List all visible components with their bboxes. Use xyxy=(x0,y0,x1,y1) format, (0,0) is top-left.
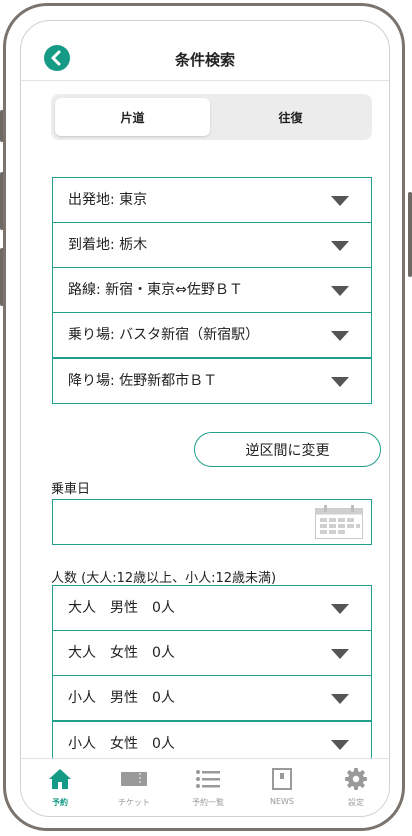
boarding-stop-select[interactable]: 乗り場: バスタ新宿（新宿駅） xyxy=(52,312,372,358)
tab-ticket[interactable]: チケット xyxy=(97,759,171,816)
tab-label: NEWS xyxy=(269,797,295,806)
bottom-tab-bar: 予約 チケット 予約一覧 NEWS 設定 xyxy=(21,758,389,816)
dropdown-arrow-icon xyxy=(331,694,349,704)
passenger-adult-male-select[interactable]: 大人 男性 0人 xyxy=(52,585,372,631)
tab-reservation[interactable]: 予約 xyxy=(23,759,97,816)
gear-icon xyxy=(345,768,367,790)
passenger-adult-female-select[interactable]: 大人 女性 0人 xyxy=(52,630,372,676)
page-title: 条件検索 xyxy=(174,51,235,69)
date-label: 乗車日 xyxy=(51,482,91,497)
header: 条件検索 xyxy=(21,21,389,81)
alighting-stop-select[interactable]: 降り場: 佐野新都市ＢＴ xyxy=(52,358,372,404)
date-input[interactable] xyxy=(52,499,372,545)
departure-select[interactable]: 出発地: 東京 xyxy=(52,177,372,223)
round-trip-tab[interactable]: 往復 xyxy=(213,98,368,136)
dropdown-arrow-icon xyxy=(331,604,349,614)
tab-settings[interactable]: 設定 xyxy=(319,759,389,816)
passenger-row-label: 大人 女性 0人 xyxy=(68,645,175,661)
home-icon xyxy=(49,769,71,789)
passenger-row-label: 大人 男性 0人 xyxy=(68,600,175,616)
trip-type-toggle: 片道 往復 xyxy=(51,94,372,140)
route-label: 路線: 新宿・東京⇔佐野ＢＴ xyxy=(68,282,243,298)
route-select[interactable]: 路線: 新宿・東京⇔佐野ＢＴ xyxy=(52,267,372,313)
passenger-child-male-select[interactable]: 小人 男性 0人 xyxy=(52,675,372,721)
tab-news[interactable]: NEWS xyxy=(245,759,319,816)
tab-label: 設定 xyxy=(348,798,364,807)
alighting-stop-label: 降り場: 佐野新都市ＢＴ xyxy=(68,373,218,389)
passengers-label: 人数 (大人:12歳以上、小人:12歳未満) xyxy=(51,571,277,586)
ticket-icon xyxy=(121,772,147,786)
calendar-icon xyxy=(315,505,363,539)
news-icon xyxy=(272,768,292,790)
list-icon xyxy=(196,770,220,788)
dropdown-arrow-icon xyxy=(331,649,349,659)
dropdown-arrow-icon xyxy=(331,331,349,341)
phone-frame: 条件検索 片道 往復 出発地: 東京 到着地: 栃木 路線: 新宿・東京⇔佐野Ｂ… xyxy=(3,3,405,831)
one-way-tab[interactable]: 片道 xyxy=(55,98,210,136)
screen: 条件検索 片道 往復 出発地: 東京 到着地: 栃木 路線: 新宿・東京⇔佐野Ｂ… xyxy=(20,20,390,817)
reverse-route-button[interactable]: 逆区間に変更 xyxy=(194,432,381,467)
dropdown-arrow-icon xyxy=(331,286,349,296)
boarding-stop-label: 乗り場: バスタ新宿（新宿駅） xyxy=(68,327,260,343)
dropdown-arrow-icon xyxy=(331,241,349,251)
dropdown-arrow-icon xyxy=(331,377,349,387)
arrival-label: 到着地: 栃木 xyxy=(68,237,148,253)
departure-label: 出発地: 東京 xyxy=(68,192,148,208)
tab-label: チケット xyxy=(118,798,150,807)
tab-label: 予約 xyxy=(52,798,68,807)
tab-reservation-list[interactable]: 予約一覧 xyxy=(171,759,245,816)
tab-label: 予約一覧 xyxy=(192,798,224,807)
dropdown-arrow-icon xyxy=(331,196,349,206)
phone-side-button xyxy=(408,192,412,277)
dropdown-arrow-icon xyxy=(331,740,349,750)
passenger-row-label: 小人 男性 0人 xyxy=(68,690,175,706)
arrival-select[interactable]: 到着地: 栃木 xyxy=(52,222,372,268)
